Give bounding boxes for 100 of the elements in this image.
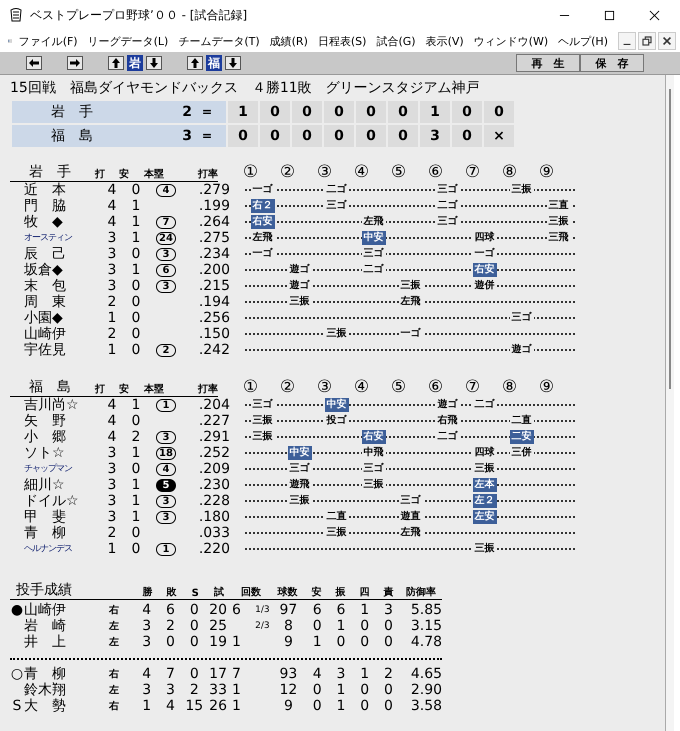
player-name: 辰 己 <box>24 246 67 262</box>
column-header: 打 <box>94 168 106 181</box>
menu-item[interactable]: チームデータ(T) <box>178 34 260 48</box>
batting-average: .194 <box>198 294 230 310</box>
result-mark: ○ <box>10 666 24 682</box>
column-header: 勝 <box>141 586 154 599</box>
at-bat-result: 三振 <box>288 295 312 309</box>
batting-average: .227 <box>198 413 230 429</box>
stat-value: 1 <box>359 666 370 682</box>
at-bat-result: 中安 <box>324 398 348 412</box>
team-selector[interactable]: 福 <box>206 55 222 71</box>
left-arrow-icon[interactable] <box>26 56 42 70</box>
at-bat-result: 三振 <box>324 526 348 540</box>
at-bats: 4 <box>106 214 118 230</box>
toolbar-button[interactable]: 保 存 <box>580 54 644 72</box>
innings-pitched: 7 <box>232 666 241 682</box>
inning-score: 3 <box>420 125 450 147</box>
stat-value: 0 <box>359 618 370 634</box>
batting-average: .256 <box>198 310 230 326</box>
batting-average: .199 <box>198 198 230 214</box>
stat-value: 0 <box>188 634 200 650</box>
hits: 0 <box>130 342 142 358</box>
at-bats: 4 <box>106 397 118 413</box>
menu-item[interactable]: 表示(V) <box>426 34 464 48</box>
right-arrow-icon[interactable] <box>67 56 83 70</box>
inning-score: 0 <box>228 125 258 147</box>
home-run-count: 3 <box>156 510 176 524</box>
player-name: 小 郷 <box>24 429 67 445</box>
inning-header: ⑤ <box>390 162 408 182</box>
at-bat-result: 右２ <box>250 199 274 213</box>
maximize-icon[interactable] <box>604 10 615 20</box>
stat-value: 2.90 <box>410 682 442 698</box>
menu-item[interactable]: 試合(G) <box>376 34 416 48</box>
column-header: 安 <box>118 382 130 396</box>
stat-value: 8 <box>282 618 294 634</box>
scrollbar[interactable] <box>666 75 674 731</box>
at-bat-result: 投ゴ <box>324 414 348 428</box>
player-name: 細川☆ <box>24 477 66 493</box>
column-header: 打率 <box>196 382 218 396</box>
restore-icon[interactable] <box>638 32 656 50</box>
menu-item[interactable]: ウィンドウ(W) <box>474 34 548 48</box>
batting-average: .200 <box>198 262 230 278</box>
hits: 1 <box>130 198 142 214</box>
close-icon[interactable] <box>649 10 660 20</box>
stat-value: 4 <box>141 602 152 618</box>
at-bat-result: 中安 <box>362 231 386 245</box>
batting-average: .204 <box>198 397 230 413</box>
inning-header: ④ <box>352 377 370 397</box>
menu-item[interactable]: リーグデータ(L) <box>88 34 168 48</box>
at-bat-result: 三振 <box>250 430 274 444</box>
menu-item[interactable]: 日程表(S) <box>318 34 366 48</box>
home-run-count: 3 <box>156 494 176 508</box>
player-name: 牧 ◆ <box>24 214 64 230</box>
stat-value: 1 <box>141 698 152 714</box>
home-run-count: 2 <box>156 344 176 356</box>
stat-value: 6 <box>335 602 346 618</box>
stat-value: 2 <box>165 618 176 634</box>
stat-value: 19 <box>208 634 228 650</box>
inning-score: 0 <box>292 125 322 147</box>
hits: 1 <box>130 397 142 413</box>
pitcher-name: 井 上 <box>24 633 67 651</box>
batting-average: .234 <box>198 246 230 262</box>
pitcher-name: 鈴木翔 <box>24 681 67 698</box>
stat-value: 7 <box>165 666 176 682</box>
inning-header: ⑦ <box>464 162 482 182</box>
menu-item[interactable]: 成績(R) <box>270 34 308 48</box>
minimize-icon[interactable] <box>618 32 636 50</box>
throwing-hand: 右 <box>108 604 120 617</box>
at-bats: 1 <box>106 342 118 358</box>
at-bats: 3 <box>106 246 118 262</box>
player-name: 吉川尚☆ <box>24 397 80 413</box>
batting-average: .279 <box>198 182 230 198</box>
stat-value: 3.58 <box>410 698 442 714</box>
hits: 1 <box>130 477 142 493</box>
stat-value: 0 <box>383 698 394 714</box>
column-header: 試 <box>212 586 226 599</box>
toolbar-button[interactable]: 再 生 <box>516 54 580 72</box>
inning-score: 0 <box>260 125 290 147</box>
game-header: 15回戦 福島ダイヤモンドバックス ４勝11敗 グリーンスタジアム神戸 <box>10 79 481 98</box>
at-bats: 2 <box>106 294 118 310</box>
at-bat-result: 三振 <box>510 183 534 197</box>
team-selector[interactable]: 岩 <box>127 55 143 71</box>
inning-header: ③ <box>316 162 334 182</box>
column-header: 本塁 <box>142 382 165 396</box>
menu-item[interactable]: ヘルプ(H) <box>558 34 608 48</box>
player-name: 山崎伊 <box>24 326 67 342</box>
inning-score: 0 <box>260 101 290 123</box>
stat-value: 3 <box>383 602 394 618</box>
column-header: 敗 <box>165 586 178 599</box>
stat-value: 1 <box>312 634 323 650</box>
inning-score: 0 <box>452 125 482 147</box>
inning-score: 0 <box>356 101 386 123</box>
at-bats: 3 <box>106 278 118 294</box>
at-bat-result: 右安 <box>250 215 274 229</box>
at-bats: 1 <box>106 541 118 557</box>
player-name: オースティン <box>24 232 74 245</box>
menu-item[interactable]: ファイル(F) <box>18 34 78 48</box>
player-name: 矢 野 <box>24 413 67 429</box>
pitcher-name: 青 柳 <box>24 665 67 682</box>
stat-value: 3 <box>141 618 152 634</box>
